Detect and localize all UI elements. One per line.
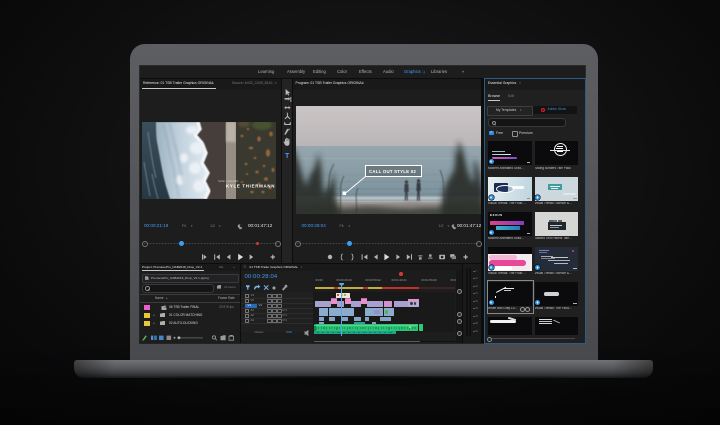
svg-text:T: T xyxy=(285,153,290,160)
svg-text:CALL OUT STYLE 02: CALL OUT STYLE 02 xyxy=(369,169,416,174)
svg-text:KYLE THIERMANN: KYLE THIERMANN xyxy=(226,183,275,188)
svg-text:Surfer | Journalist: Surfer | Journalist xyxy=(218,179,239,183)
